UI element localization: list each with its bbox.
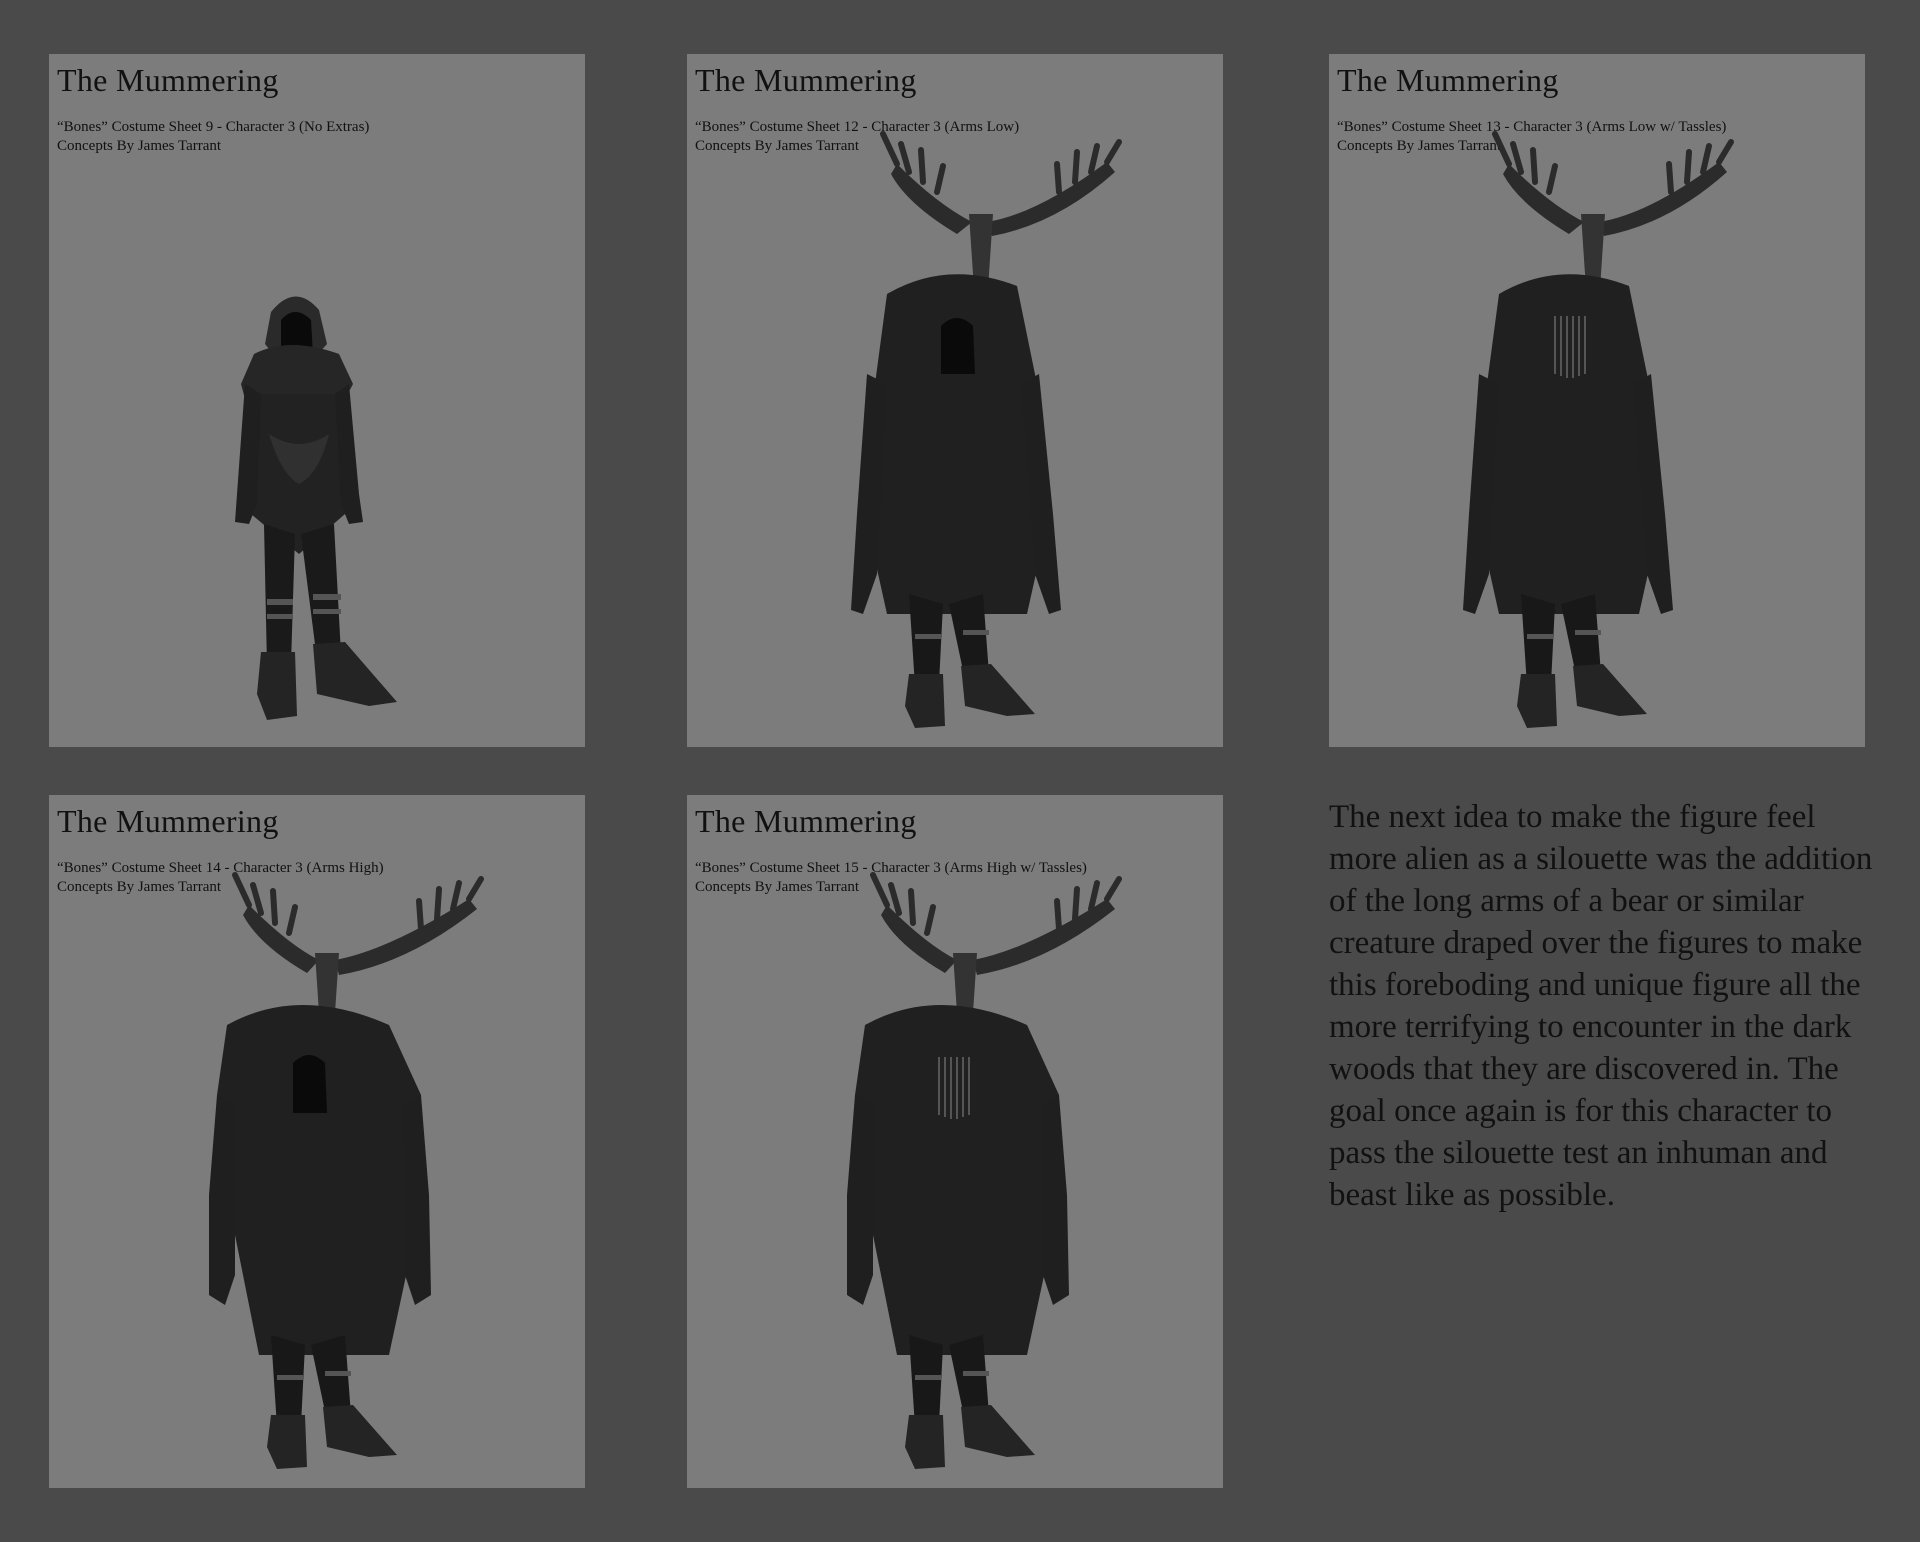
antlered-tassled-figure-arms-high-illustration xyxy=(847,872,1122,1469)
description-paragraph: The next idea to make the figure feel mo… xyxy=(1329,799,1873,1213)
antlered-tassled-figure-illustration xyxy=(1463,131,1734,728)
costume-sheet-9: The Mummering “Bones” Costume Sheet 9 - … xyxy=(49,54,585,747)
costume-sheet-12: The Mummering “Bones” Costume Sheet 12 -… xyxy=(687,54,1223,747)
antlered-figure-arms-high-illustration xyxy=(209,872,484,1469)
hooded-figure-illustration xyxy=(235,296,397,720)
costume-sheet-15: The Mummering “Bones” Costume Sheet 15 -… xyxy=(687,795,1223,1488)
costume-sheet-14: The Mummering “Bones” Costume Sheet 14 -… xyxy=(49,795,585,1488)
costume-sheet-13: The Mummering “Bones” Costume Sheet 13 -… xyxy=(1329,54,1865,747)
antlered-figure-illustration xyxy=(851,131,1122,728)
